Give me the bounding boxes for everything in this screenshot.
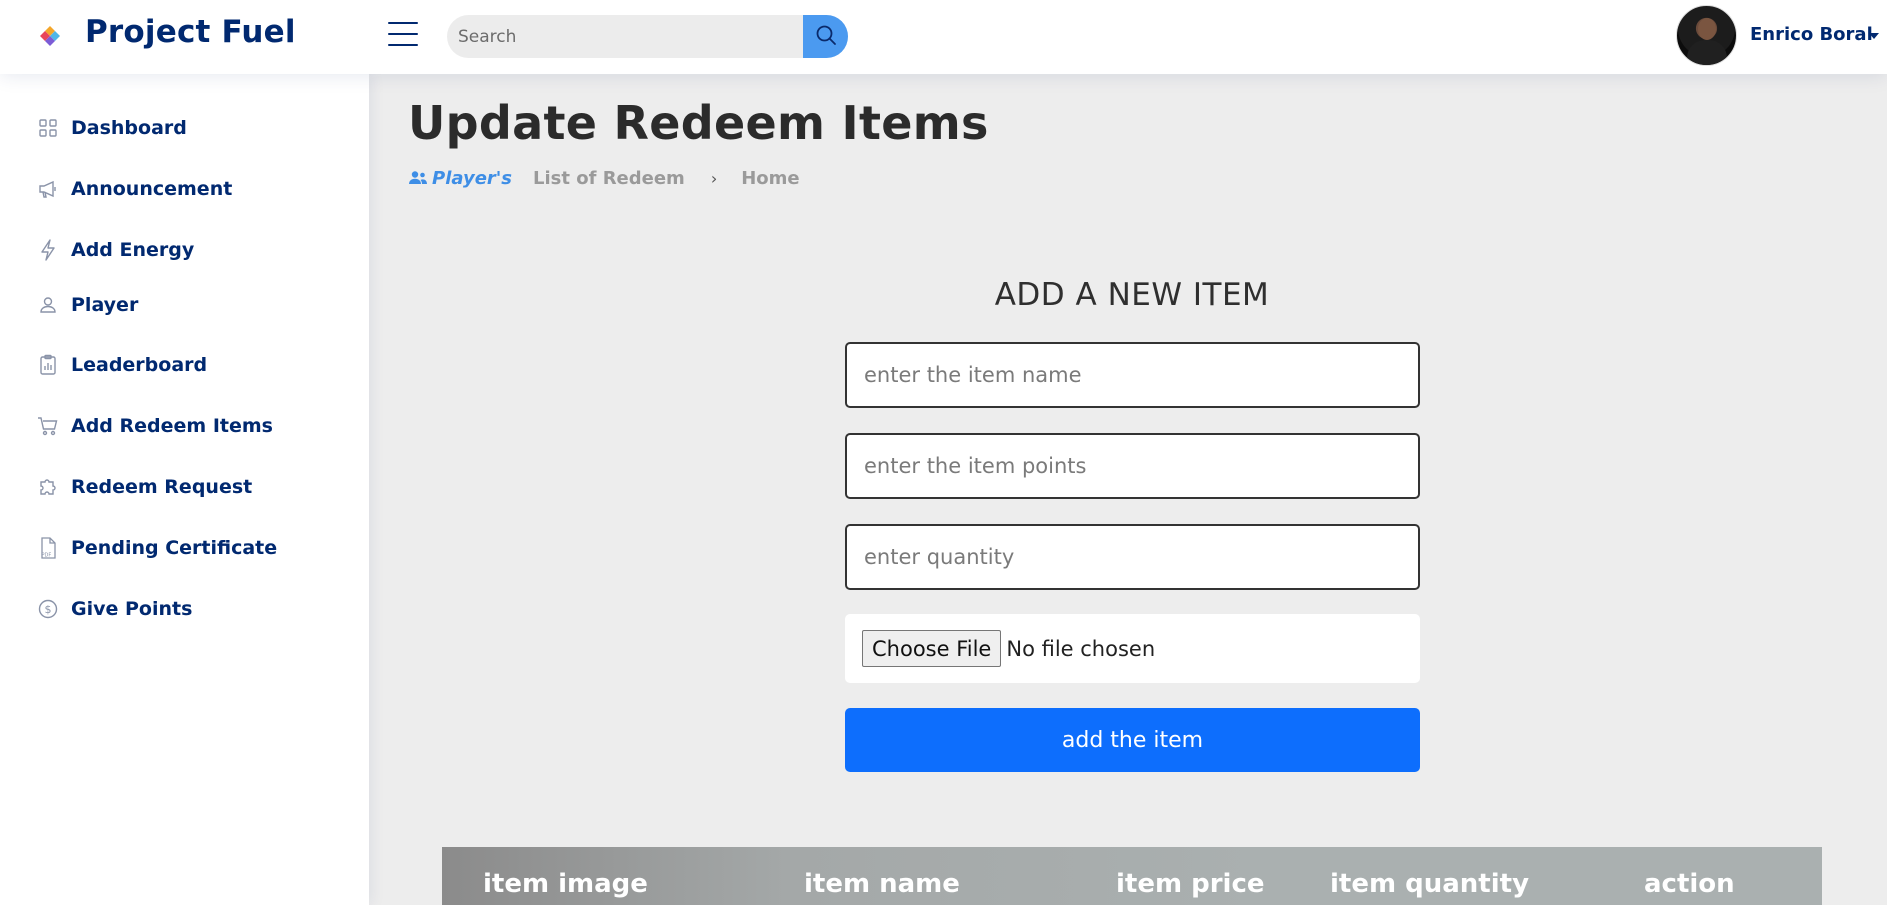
- breadcrumb-list-of-redeem[interactable]: List of Redeem: [533, 168, 685, 189]
- sidebar-item-label: Give Points: [71, 598, 193, 620]
- breadcrumb-separator: ›: [710, 168, 718, 188]
- sidebar-item-add-redeem-items[interactable]: Add Redeem Items: [36, 409, 273, 443]
- file-upload-field: Choose File No file chosen: [845, 614, 1420, 683]
- sidebar-item-announcement[interactable]: Announcement: [36, 172, 232, 206]
- sidebar-item-leaderboard[interactable]: Leaderboard: [36, 348, 207, 382]
- page-title: Update Redeem Items: [408, 96, 989, 150]
- chevron-down-icon[interactable]: [1869, 33, 1879, 39]
- column-header-item-quantity: item quantity: [1330, 869, 1530, 899]
- sidebar-item-label: Player: [71, 294, 139, 316]
- coin-icon: $: [36, 597, 60, 621]
- search-icon: [814, 23, 838, 50]
- sidebar-item-label: Add Energy: [71, 239, 195, 261]
- sidebar-item-label: Leaderboard: [71, 354, 208, 376]
- sidebar-item-redeem-request[interactable]: Redeem Request: [36, 470, 252, 504]
- sidebar-item-label: Pending Certificate: [71, 537, 278, 559]
- users-icon: [408, 170, 428, 186]
- user-name[interactable]: Enrico Boral: [1750, 24, 1873, 45]
- sidebar-item-give-points[interactable]: $ Give Points: [36, 592, 192, 626]
- breadcrumb-players-link[interactable]: Player's: [408, 168, 512, 189]
- grid-icon: [36, 116, 60, 140]
- sidebar: Dashboard Announcement Add Energy Player: [0, 74, 369, 905]
- sidebar-item-player[interactable]: Player: [36, 288, 138, 322]
- item-name-field[interactable]: [845, 342, 1420, 408]
- column-header-item-name: item name: [804, 869, 960, 899]
- search-input[interactable]: [447, 15, 804, 58]
- column-header-action: action: [1644, 869, 1735, 899]
- sidebar-item-label: Add Redeem Items: [71, 415, 273, 437]
- person-icon: [36, 293, 60, 317]
- items-table-header: item image item name item price item qua…: [442, 847, 1822, 905]
- choose-file-button[interactable]: Choose File: [862, 630, 1002, 667]
- column-header-item-image: item image: [483, 869, 648, 899]
- add-item-button[interactable]: add the item: [845, 708, 1420, 772]
- sidebar-item-label: Dashboard: [71, 117, 187, 139]
- cart-icon: [36, 414, 60, 438]
- sidebar-item-label: Announcement: [71, 178, 233, 200]
- quantity-field[interactable]: [845, 524, 1420, 590]
- sidebar-item-dashboard[interactable]: Dashboard: [36, 111, 187, 145]
- file-status-text: No file chosen: [1006, 636, 1156, 661]
- search-bar: [447, 15, 848, 58]
- svg-text:$: $: [45, 603, 52, 616]
- breadcrumb-players-label: Player's: [432, 167, 512, 189]
- form-title: ADD A NEW ITEM: [994, 277, 1270, 313]
- sidebar-item-pending-certificate[interactable]: PDF Pending Certificate: [36, 531, 277, 565]
- avatar[interactable]: [1676, 5, 1737, 66]
- breadcrumb: Player's List of Redeem › Home: [408, 166, 800, 190]
- item-points-field[interactable]: [845, 433, 1420, 499]
- megaphone-icon: [36, 177, 60, 201]
- search-button[interactable]: [803, 15, 848, 58]
- pdf-file-icon: PDF: [36, 536, 60, 560]
- top-header: Project Fuel Enrico Boral: [0, 0, 1887, 74]
- breadcrumb-home[interactable]: Home: [741, 168, 799, 189]
- hamburger-menu-icon[interactable]: [388, 22, 418, 48]
- sidebar-item-label: Redeem Request: [71, 476, 253, 498]
- column-header-item-price: item price: [1116, 869, 1265, 899]
- lightning-icon: [36, 238, 60, 262]
- puzzle-icon: [36, 475, 60, 499]
- clipboard-chart-icon: [36, 353, 60, 377]
- app-title[interactable]: Project Fuel: [85, 14, 296, 50]
- svg-text:PDF: PDF: [42, 553, 52, 559]
- sidebar-item-add-energy[interactable]: Add Energy: [36, 233, 194, 267]
- logo-icon: [38, 24, 62, 48]
